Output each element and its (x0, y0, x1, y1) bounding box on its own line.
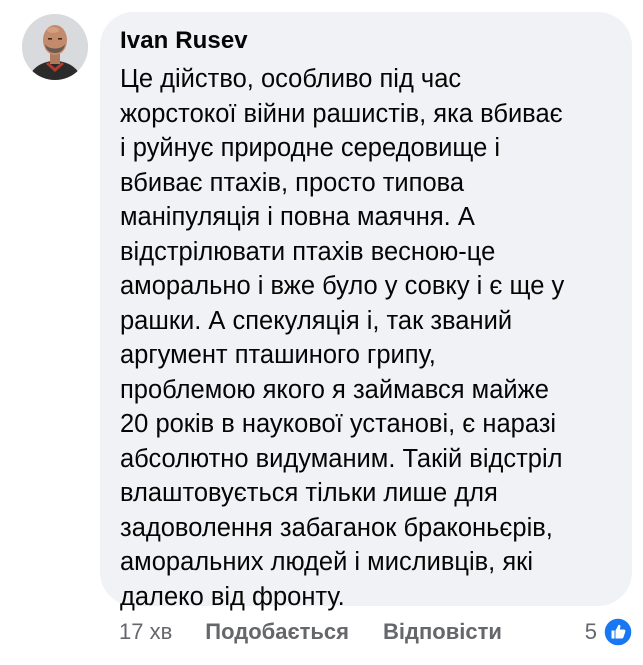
avatar-photo (22, 14, 88, 80)
comment-bubble: Ivan Rusev Це дійство, особливо під час … (100, 12, 632, 611)
avatar[interactable] (22, 14, 88, 80)
comment-timestamp[interactable]: 17 хв (119, 619, 172, 645)
comment-text: Це дійство, особливо під час жорстокої в… (120, 65, 565, 611)
reaction-count: 5 (584, 619, 597, 644)
reply-button[interactable]: Відповісти (383, 619, 502, 645)
like-button[interactable]: Подобається (205, 619, 349, 645)
comment-author[interactable]: Ivan Rusev (120, 26, 612, 56)
reaction-summary[interactable]: 5 (585, 617, 633, 647)
comment-actions: 17 хв Подобається Відповісти 5 (119, 614, 633, 650)
like-icon (603, 617, 633, 647)
